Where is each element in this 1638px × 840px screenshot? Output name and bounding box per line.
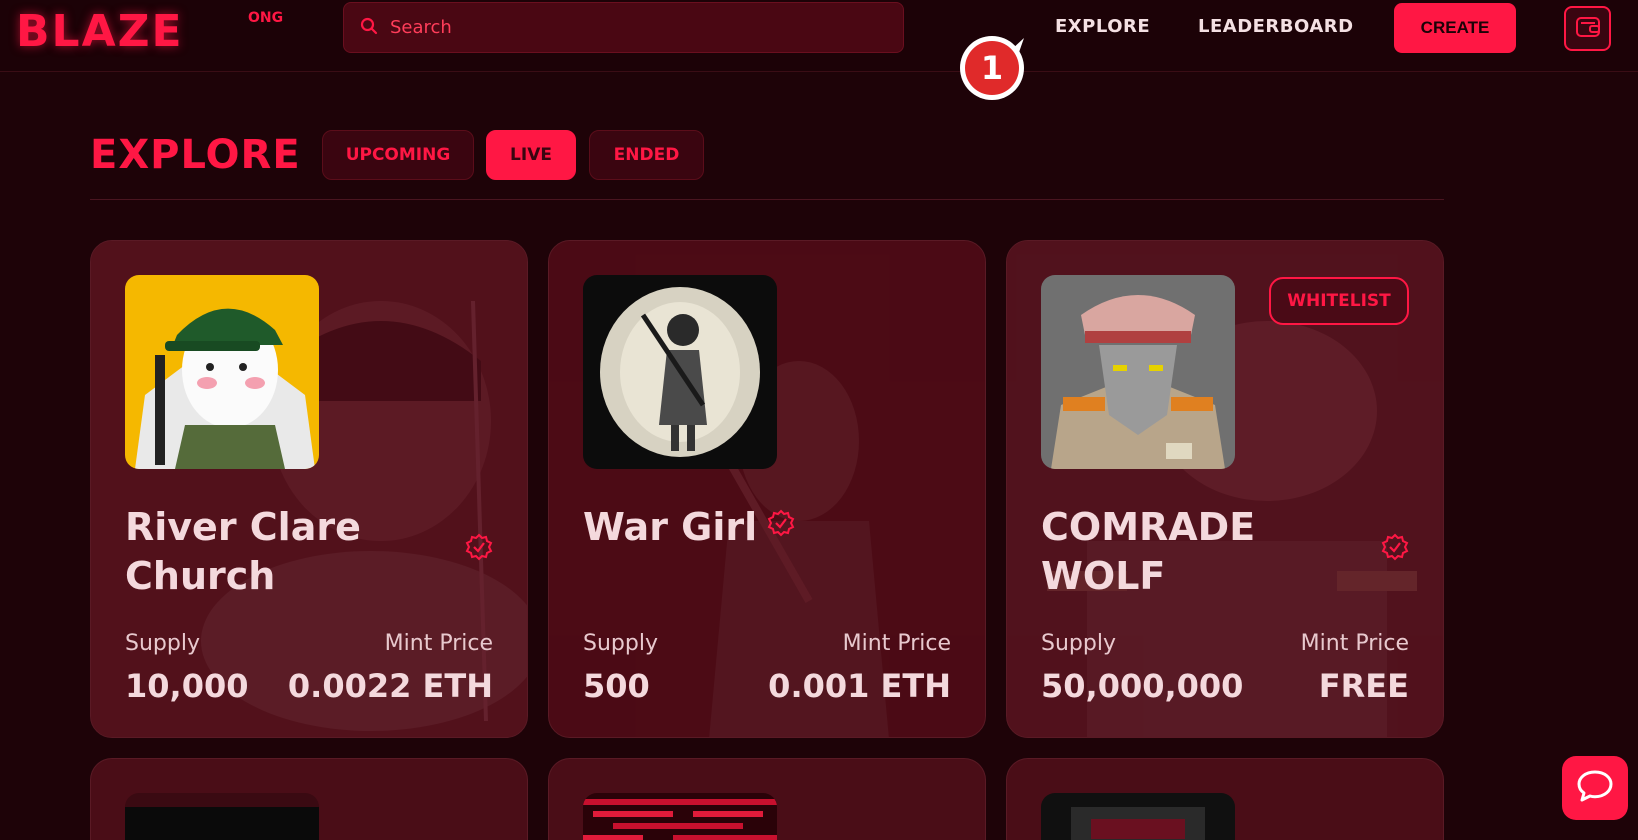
collection-card[interactable]: War Girl Supply Mint Price 500 0.001 ETH — [548, 240, 986, 738]
search-bar[interactable] — [343, 2, 904, 53]
card-title[interactable]: River Clare Church — [125, 503, 465, 601]
nav-leaderboard[interactable]: LEADERBOARD — [1198, 16, 1354, 37]
chat-icon — [1576, 769, 1614, 807]
mint-price-value: 0.0022 ETH — [287, 667, 493, 705]
card-title[interactable]: COMRADE WOLF — [1041, 503, 1381, 601]
collection-card[interactable] — [1006, 758, 1444, 840]
mint-price-label: Mint Price — [842, 631, 951, 656]
step-marker: 1 — [960, 32, 1026, 102]
collection-thumbnail — [1041, 275, 1235, 469]
mint-price-value: FREE — [1318, 667, 1409, 705]
mint-price-value: 0.001 ETH — [768, 667, 951, 705]
verified-icon — [1381, 533, 1409, 561]
supply-value: 500 — [583, 667, 650, 705]
whitelist-badge: WHITELIST — [1269, 277, 1409, 325]
chat-button[interactable] — [1562, 756, 1628, 820]
supply-label: Supply — [583, 631, 658, 656]
mint-price-label: Mint Price — [384, 631, 493, 656]
verified-icon — [465, 533, 493, 561]
search-input[interactable] — [390, 17, 870, 38]
tab-upcoming[interactable]: UPCOMING — [322, 130, 474, 180]
tab-live[interactable]: LIVE — [486, 130, 576, 180]
mint-price-label: Mint Price — [1300, 631, 1409, 656]
nav-explore[interactable]: EXPLORE — [1055, 16, 1150, 37]
logo-suffix: ONG — [248, 10, 284, 26]
tab-ended[interactable]: ENDED — [589, 130, 704, 180]
logo[interactable]: BLAZE — [16, 6, 184, 57]
wallet-icon — [1575, 15, 1601, 43]
supply-label: Supply — [1041, 631, 1116, 656]
collection-card[interactable] — [90, 758, 528, 840]
collection-thumbnail — [1041, 793, 1235, 840]
collection-card[interactable] — [548, 758, 986, 840]
card-title[interactable]: War Girl — [583, 503, 923, 552]
collection-card[interactable]: WHITELIST COMRADE WOLF Supply Mint Price… — [1006, 240, 1444, 738]
top-bar: BLAZE ONG EXPLORE LEADERBOARD CREATE — [0, 0, 1638, 72]
collection-thumbnail — [583, 275, 777, 469]
page-title: EXPLORE — [90, 132, 301, 178]
collection-thumbnail — [583, 793, 777, 840]
collection-thumbnail — [125, 793, 319, 840]
supply-value: 10,000 — [125, 667, 249, 705]
collection-card[interactable]: River Clare Church Supply Mint Price 10,… — [90, 240, 528, 738]
step-number: 1 — [981, 49, 1003, 87]
create-button[interactable]: CREATE — [1394, 3, 1516, 53]
supply-value: 50,000,000 — [1041, 667, 1244, 705]
divider — [90, 199, 1444, 200]
supply-label: Supply — [125, 631, 200, 656]
wallet-button[interactable] — [1564, 6, 1611, 51]
search-icon — [360, 17, 378, 39]
verified-icon — [767, 509, 795, 537]
collection-thumbnail — [125, 275, 319, 469]
